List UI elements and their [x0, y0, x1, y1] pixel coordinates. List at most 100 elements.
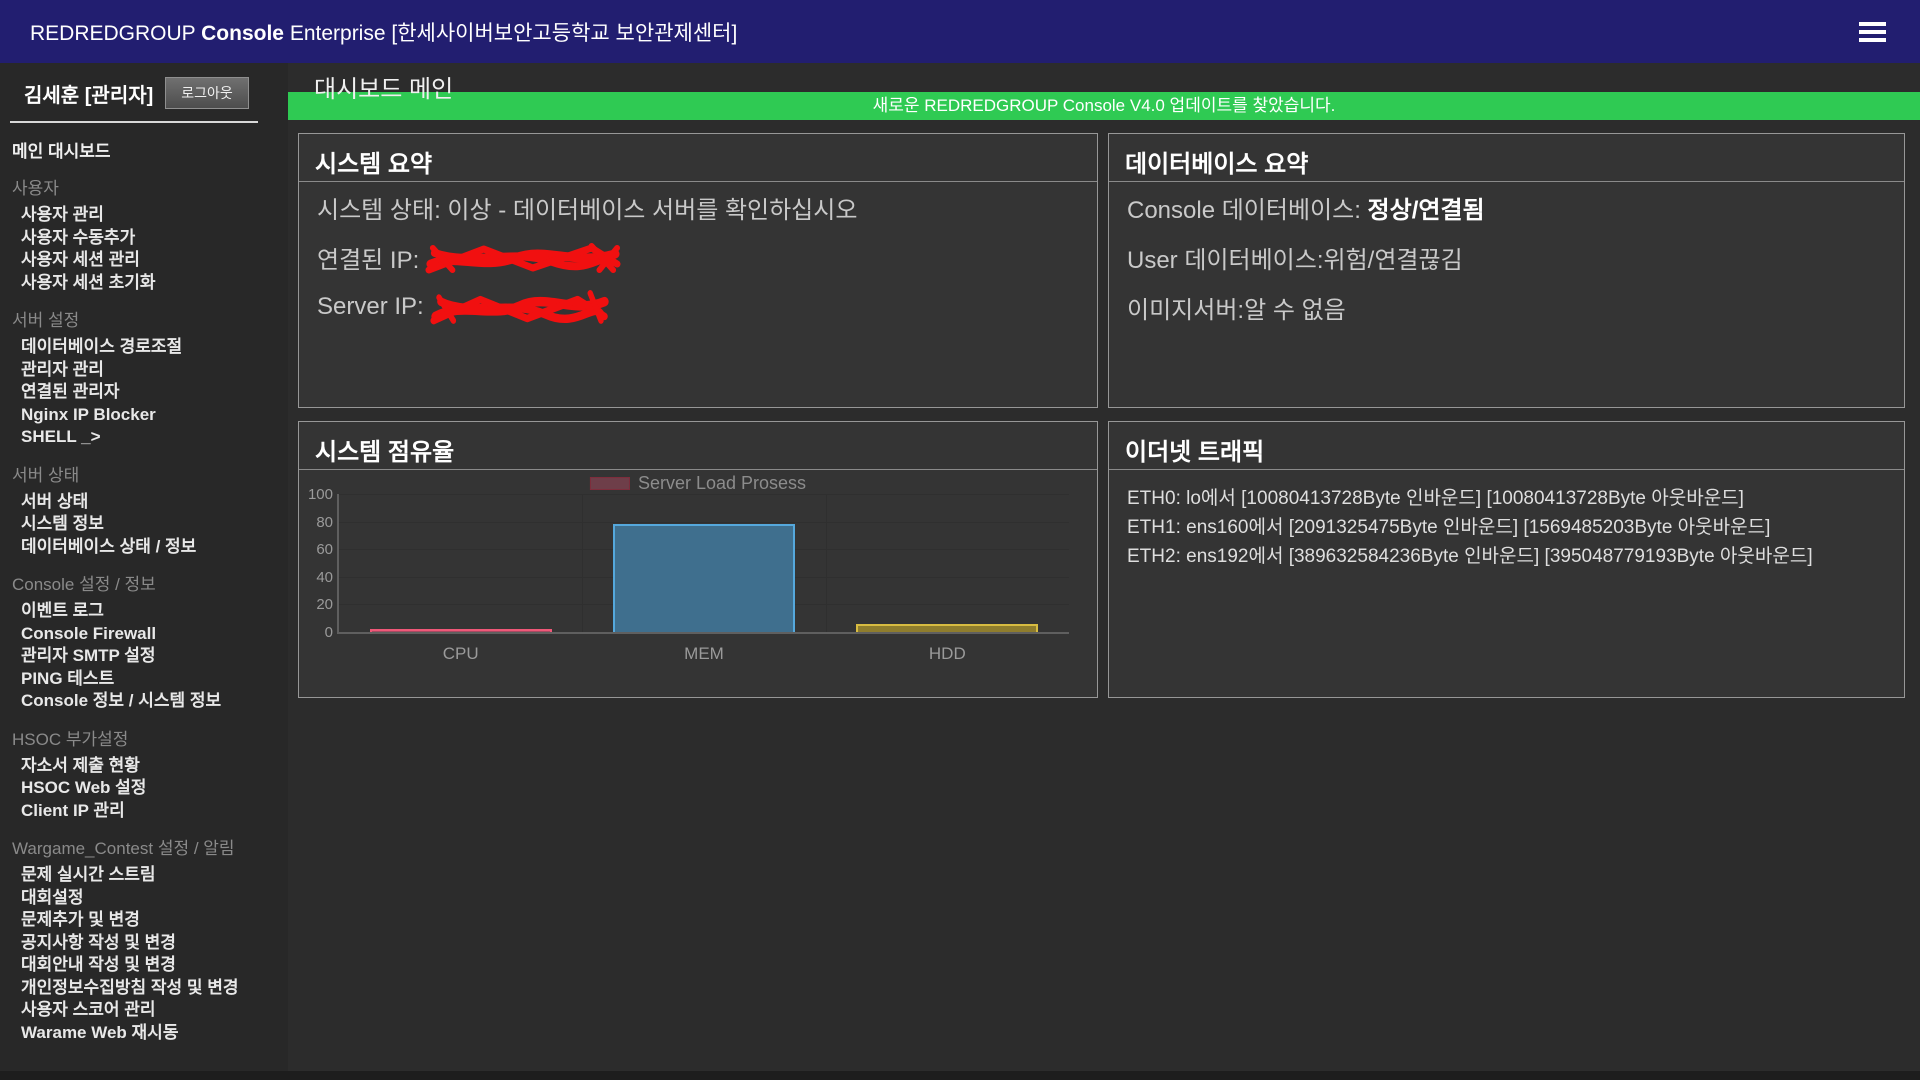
- sidebar-item[interactable]: HSOC Web 설정: [21, 777, 288, 800]
- dashboard-panels: 시스템 요약 시스템 상태: 이상 - 데이터베이스 서버를 확인하십시오 연결…: [288, 120, 1920, 698]
- ethernet-line: ETH2: ens192에서 [389632584236Byte 인바운드] […: [1127, 542, 1888, 571]
- sidebar-section-label: 서버 설정: [12, 306, 288, 331]
- user-db-status-value: 위험/연결끊김: [1324, 240, 1463, 275]
- gridline: [339, 522, 1069, 523]
- sidebar-item[interactable]: Console Firewall: [21, 623, 288, 646]
- sidebar-section: Console 설정 / 정보이벤트 로그Console Firewall관리자…: [0, 570, 288, 713]
- y-tick-label: 80: [299, 514, 333, 531]
- x-axis-line: [337, 632, 1069, 634]
- sidebar-section-label: Console 설정 / 정보: [12, 570, 288, 595]
- chart-legend: Server Load Prosess: [590, 473, 806, 494]
- image-server-status-line: 이미지서버: 알 수 없음: [1127, 282, 1888, 332]
- sidebar-item[interactable]: 문제 실시간 스트림: [21, 864, 288, 887]
- panel-ethernet-traffic-title: 이더넷 트래픽: [1109, 422, 1904, 470]
- connected-ip-line: 연결된 IP:: [317, 232, 1081, 282]
- user-row: 김세훈 [관리자] 로그아웃: [0, 63, 288, 109]
- sidebar-item[interactable]: Nginx IP Blocker: [21, 404, 288, 427]
- sidebar-section: 사용자사용자 관리사용자 수동추가사용자 세션 관리사용자 세션 초기화: [0, 174, 288, 294]
- sidebar-item[interactable]: PING 테스트: [21, 668, 288, 691]
- bar-hdd: [856, 624, 1038, 632]
- sidebar-item-main-dashboard[interactable]: 메인 대시보드: [12, 137, 288, 162]
- sidebar-item[interactable]: 사용자 스코어 관리: [21, 999, 288, 1022]
- page-title: 대시보드 메인: [288, 63, 1920, 92]
- sidebar-divider: [10, 121, 258, 123]
- sidebar-item[interactable]: 관리자 SMTP 설정: [21, 645, 288, 668]
- sidebar-item[interactable]: 대회설정: [21, 887, 288, 910]
- sidebar-item[interactable]: 사용자 세션 초기화: [21, 272, 288, 295]
- y-tick-label: 0: [299, 624, 333, 641]
- red-scribble-redaction-icon: [425, 240, 621, 276]
- bar-mem: [613, 524, 795, 632]
- sidebar-item[interactable]: 데이터베이스 경로조절: [21, 336, 288, 359]
- sidebar-item[interactable]: Client IP 관리: [21, 800, 288, 823]
- hamburger-menu-button[interactable]: [1855, 14, 1890, 50]
- user-name: 김세훈 [관리자]: [24, 79, 153, 108]
- sidebar-item[interactable]: 개인정보수집방침 작성 및 변경: [21, 977, 288, 1000]
- sidebar-section: Wargame_Contest 설정 / 알림문제 실시간 스트림대회설정문제추…: [0, 834, 288, 1044]
- panel-system-usage-title: 시스템 점유율: [299, 422, 1097, 470]
- panel-system-summary-title: 시스템 요약: [299, 134, 1097, 182]
- y-tick-label: 60: [299, 541, 333, 558]
- gridline: [826, 494, 827, 632]
- x-axis-label: MEM: [613, 644, 795, 664]
- ethernet-line: ETH0: lo에서 [10080413728Byte 인바운드] [10080…: [1127, 484, 1888, 513]
- server-ip-line: Server IP:: [317, 282, 1081, 332]
- x-axis-label: CPU: [370, 644, 552, 664]
- sidebar-section: 서버 설정데이터베이스 경로조절관리자 관리연결된 관리자Nginx IP Bl…: [0, 306, 288, 449]
- sidebar-item[interactable]: 대회안내 작성 및 변경: [21, 954, 288, 977]
- red-scribble-redaction-icon: [430, 289, 610, 327]
- sidebar-item[interactable]: 관리자 관리: [21, 359, 288, 382]
- bar-chart: Server Load Prosess 0 20 40 60 80 100 CPU MEM HD…: [299, 470, 1097, 696]
- ethernet-lines: ETH0: lo에서 [10080413728Byte 인바운드] [10080…: [1109, 470, 1904, 571]
- sidebar-item[interactable]: 연결된 관리자: [21, 381, 288, 404]
- sidebar-item[interactable]: 공지사항 작성 및 변경: [21, 932, 288, 955]
- panel-system-usage-chart: 시스템 점유율 Server Load Prosess 0 20 40 60 80 100…: [298, 421, 1098, 698]
- sidebar-item[interactable]: 이벤트 로그: [21, 600, 288, 623]
- x-axis-label: HDD: [856, 644, 1038, 664]
- console-db-status-line: Console 데이터베이스: 정상/연결됨: [1127, 182, 1888, 232]
- image-server-status-value: 알 수 없음: [1244, 290, 1346, 325]
- update-banner[interactable]: 새로운 REDREDGROUP Console V4.0 업데이트를 찾았습니다…: [288, 92, 1920, 120]
- gridline: [582, 494, 583, 632]
- logout-button[interactable]: 로그아웃: [165, 77, 249, 109]
- panel-ethernet-traffic: 이더넷 트래픽 ETH0: lo에서 [10080413728Byte 인바운드…: [1108, 421, 1905, 698]
- legend-swatch-icon: [590, 477, 630, 490]
- sidebar-section-label: HSOC 부가설정: [12, 725, 288, 750]
- panel-database-summary: 데이터베이스 요약 Console 데이터베이스: 정상/연결됨 User 데이…: [1108, 133, 1905, 408]
- sidebar-section-label: 사용자: [12, 174, 288, 199]
- sidebar-item[interactable]: SHELL _>: [21, 426, 288, 449]
- legend-label: Server Load Prosess: [638, 473, 806, 494]
- y-tick-label: 20: [299, 596, 333, 613]
- panel-system-summary: 시스템 요약 시스템 상태: 이상 - 데이터베이스 서버를 확인하십시오 연결…: [298, 133, 1098, 408]
- sidebar-item[interactable]: 사용자 수동추가: [21, 227, 288, 250]
- y-tick-label: 100: [299, 486, 333, 503]
- sidebar-item[interactable]: 데이터베이스 상태 / 정보: [21, 536, 288, 559]
- sidebar-item[interactable]: 서버 상태: [21, 491, 288, 514]
- sidebar-item[interactable]: Warame Web 재시동: [21, 1022, 288, 1045]
- app-header: REDREDGROUP Console Enterprise [한세사이버보안고…: [0, 0, 1920, 63]
- sidebar-item[interactable]: Console 정보 / 시스템 정보: [21, 690, 288, 713]
- y-axis-line: [337, 494, 339, 634]
- sidebar-section: 서버 상태서버 상태시스템 정보데이터베이스 상태 / 정보: [0, 461, 288, 559]
- sidebar-item[interactable]: 사용자 세션 관리: [21, 249, 288, 272]
- console-db-status-value: 정상/연결됨: [1368, 190, 1485, 225]
- gridline: [339, 494, 1069, 495]
- panel-database-summary-title: 데이터베이스 요약: [1109, 134, 1904, 182]
- sidebar-item[interactable]: 시스템 정보: [21, 513, 288, 536]
- ethernet-line: ETH1: ens160에서 [2091325475Byte 인바운드] [15…: [1127, 513, 1888, 542]
- sidebar-section: HSOC 부가설정자소서 제출 현황HSOC Web 설정Client IP 관…: [0, 725, 288, 823]
- sidebar-item[interactable]: 자소서 제출 현황: [21, 755, 288, 778]
- app-title: REDREDGROUP Console Enterprise [한세사이버보안고…: [30, 17, 737, 47]
- sidebar-nav: 사용자사용자 관리사용자 수동추가사용자 세션 관리사용자 세션 초기화서버 설…: [0, 174, 288, 1044]
- sidebar-item[interactable]: 문제추가 및 변경: [21, 909, 288, 932]
- horizontal-scrollbar[interactable]: [0, 1071, 1920, 1080]
- bar-cpu: [370, 629, 552, 632]
- sidebar-item[interactable]: 사용자 관리: [21, 204, 288, 227]
- hamburger-icon: [1859, 22, 1886, 42]
- system-status-line: 시스템 상태: 이상 - 데이터베이스 서버를 확인하십시오: [317, 182, 1081, 232]
- y-tick-label: 40: [299, 569, 333, 586]
- sidebar-section-label: Wargame_Contest 설정 / 알림: [12, 834, 288, 859]
- user-db-status-line: User 데이터베이스: 위험/연결끊김: [1127, 232, 1888, 282]
- main-content: 대시보드 메인 새로운 REDREDGROUP Console V4.0 업데이…: [288, 63, 1920, 1080]
- sidebar: 김세훈 [관리자] 로그아웃 메인 대시보드 사용자사용자 관리사용자 수동추가…: [0, 63, 288, 1080]
